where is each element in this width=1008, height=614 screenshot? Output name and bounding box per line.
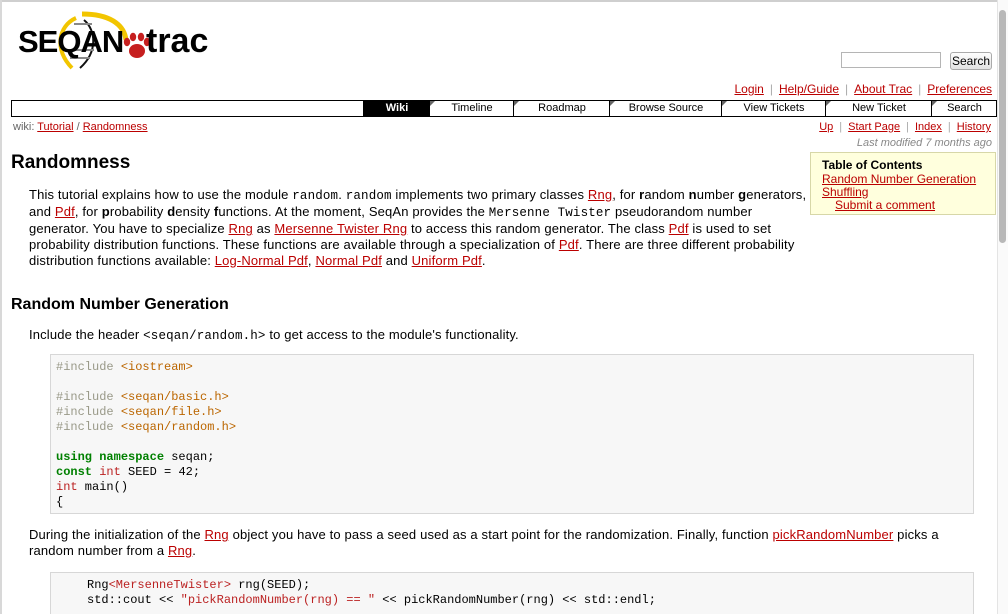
- page-title: Randomness: [11, 152, 131, 173]
- mersenne-twister-rng-link[interactable]: Mersenne Twister Rng: [274, 221, 407, 236]
- include-paragraph: Include the header <seqan/random.h> to g…: [29, 327, 519, 343]
- rng-link[interactable]: Rng: [229, 221, 253, 236]
- start-page-link[interactable]: Start Page: [848, 121, 900, 133]
- search-button[interactable]: Search: [950, 52, 992, 70]
- breadcrumb: wiki: Tutorial / Randomness: [13, 121, 148, 133]
- context-nav: Up | Start Page | Index | History: [819, 121, 991, 133]
- table-of-contents: Table of Contents Random Number Generati…: [810, 152, 996, 215]
- code-block-rng: Rng<MersenneTwister> rng(SEED); std::cou…: [50, 572, 974, 614]
- breadcrumb-tutorial-link[interactable]: Tutorial: [37, 121, 73, 133]
- toc-item-submit-comment[interactable]: Submit a comment: [822, 199, 995, 212]
- pdf-link[interactable]: Pdf: [669, 221, 689, 236]
- breadcrumb-prefix: wiki:: [13, 121, 35, 133]
- login-link[interactable]: Login: [734, 82, 763, 96]
- normal-pdf-link[interactable]: Normal Pdf: [315, 253, 382, 268]
- search-input[interactable]: [841, 52, 941, 68]
- meta-nav: Login | Help/Guide | About Trac | Preferences: [734, 82, 992, 96]
- seqan-trac-logo[interactable]: SEQAN trac: [14, 10, 229, 72]
- breadcrumb-randomness-link[interactable]: Randomness: [83, 121, 148, 133]
- intro-paragraph: This tutorial explains how to use the mo…: [29, 187, 807, 268]
- tab-wiki[interactable]: Wiki: [363, 101, 430, 116]
- about-trac-link[interactable]: About Trac: [854, 82, 912, 96]
- rng-link[interactable]: Rng: [168, 543, 192, 558]
- history-link[interactable]: History: [957, 121, 991, 133]
- rng-link[interactable]: Rng: [205, 527, 229, 542]
- index-link[interactable]: Index: [915, 121, 942, 133]
- breadcrumb-separator: /: [76, 121, 80, 133]
- section-heading-random-number-generation: Random Number Generation: [11, 296, 229, 313]
- log-normal-pdf-link[interactable]: Log-Normal Pdf: [215, 253, 308, 268]
- pdf-link[interactable]: Pdf: [559, 237, 579, 252]
- code-block-includes: #include <iostream> #include <seqan/basi…: [50, 354, 974, 514]
- toc-title: Table of Contents: [822, 158, 923, 172]
- last-modified: Last modified 7 months ago: [856, 137, 992, 149]
- init-paragraph: During the initialization of the Rng obj…: [29, 527, 939, 558]
- tab-roadmap[interactable]: Roadmap: [513, 101, 610, 116]
- tab-search[interactable]: Search: [931, 101, 997, 116]
- rng-link[interactable]: Rng: [588, 187, 612, 202]
- help-guide-link[interactable]: Help/Guide: [779, 82, 839, 96]
- tab-new-ticket[interactable]: New Ticket: [825, 101, 932, 116]
- tab-browse-source[interactable]: Browse Source: [609, 101, 722, 116]
- logo-seqan-text: SEQAN: [18, 24, 124, 59]
- pick-random-number-link[interactable]: pickRandomNumber: [773, 527, 894, 542]
- main-nav: Wiki Timeline Roadmap Browse Source View…: [11, 100, 997, 117]
- up-link[interactable]: Up: [819, 121, 833, 133]
- uniform-pdf-link[interactable]: Uniform Pdf: [412, 253, 482, 268]
- tab-view-tickets[interactable]: View Tickets: [721, 101, 826, 116]
- logo-trac-text: trac: [146, 22, 209, 60]
- scrollbar-thumb[interactable]: [999, 10, 1006, 243]
- tab-timeline[interactable]: Timeline: [429, 101, 514, 116]
- pdf-link[interactable]: Pdf: [55, 204, 75, 219]
- preferences-link[interactable]: Preferences: [927, 82, 992, 96]
